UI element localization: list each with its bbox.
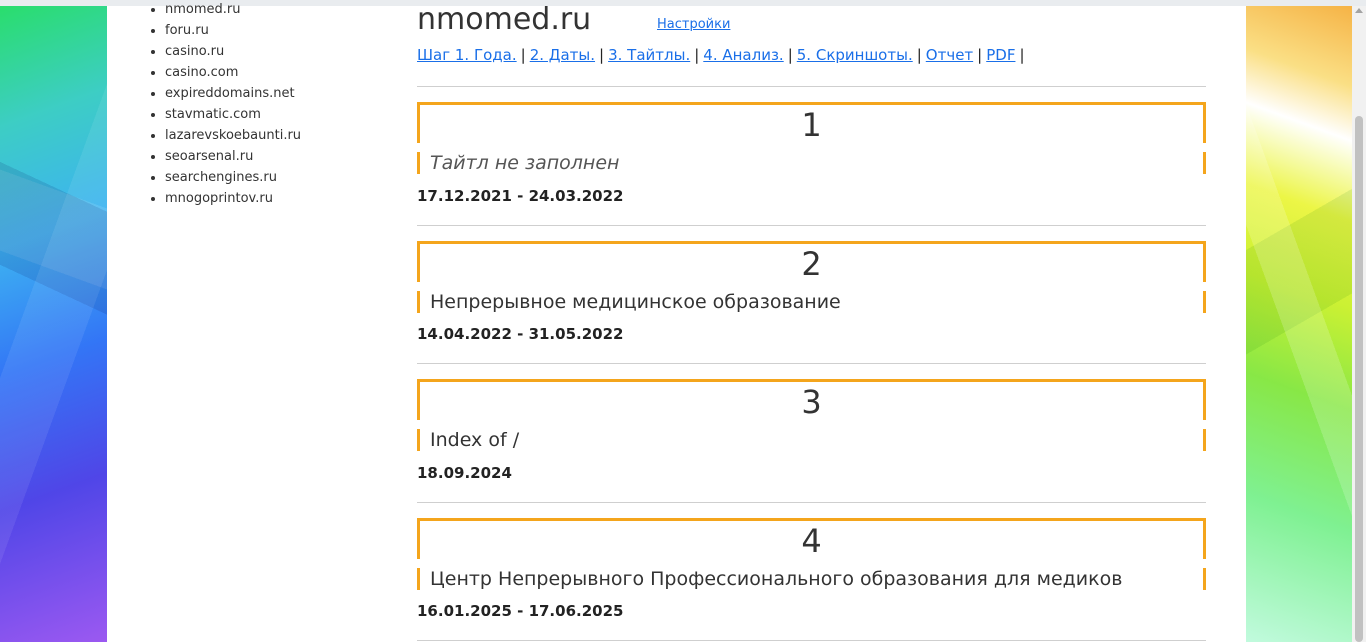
period-dates: 14.04.2022 - 31.05.2022 [417,325,624,343]
step-separator: | [520,46,526,64]
domain-list-item[interactable]: mnogoprintov.ru [165,188,400,209]
divider [417,502,1206,503]
card-frame [417,241,1206,244]
step-screenshots-link[interactable]: 5. Скриншоты. [797,46,913,64]
domain-list-item[interactable]: expireddomains.net [165,83,400,104]
divider [417,640,1206,641]
domain-list-item[interactable]: nmomed.ru [165,0,400,20]
period-dates: 17.12.2021 - 24.03.2022 [417,187,624,205]
card-frame [417,102,1206,105]
domain-list: nmomed.ru foru.ru casino.ru casino.com e… [140,0,400,209]
period-card: 1 Тайтл не заполнен [417,102,1206,177]
period-title: Непрерывное медицинское образование [430,291,841,313]
step-analysis-link[interactable]: 4. Анализ. [703,46,783,64]
card-frame [1203,291,1206,313]
settings-link[interactable]: Настройки [657,17,730,32]
divider [417,225,1206,226]
domain-list-item[interactable]: casino.ru [165,41,400,62]
period-number: 3 [801,383,822,421]
step-titles-link[interactable]: 3. Тайтлы. [608,46,690,64]
period-number: 2 [801,245,822,283]
period-dates: 18.09.2024 [417,464,512,482]
decorative-background-left [0,6,107,642]
domain-list-item[interactable]: searchengines.ru [165,167,400,188]
step-separator: | [787,46,793,64]
step-separator: | [977,46,983,64]
step-separator: | [694,46,700,64]
step-separator: | [599,46,605,64]
card-frame [1203,152,1206,174]
domain-list-item[interactable]: lazarevskoebaunti.ru [165,125,400,146]
page-title: nmomed.ru [417,2,592,37]
card-frame [417,291,420,313]
divider [417,86,1206,87]
domain-list-item[interactable]: casino.com [165,62,400,83]
period-number: 1 [801,106,822,144]
card-frame [417,568,420,590]
card-frame [1203,568,1206,590]
period-title: Index of / [430,429,520,451]
steps-nav: Шаг 1. Года. | 2. Даты. | 3. Тайтлы. | 4. Анал… [417,46,1029,64]
step-separator: | [916,46,922,64]
vertical-scrollbar[interactable] [1352,6,1366,642]
decorative-background-right [1246,6,1352,642]
card-frame [417,518,1206,521]
step-dates-link[interactable]: 2. Даты. [530,46,595,64]
domain-list-item[interactable]: stavmatic.com [165,104,400,125]
step-years-link[interactable]: Шаг 1. Года. [417,46,517,64]
domain-list-item[interactable]: foru.ru [165,20,400,41]
scrollbar-thumb[interactable] [1355,116,1363,642]
divider [417,363,1206,364]
scroll-up-arrow-icon[interactable] [1355,8,1363,13]
period-card: 3 Index of / [417,379,1206,454]
period-card: 4 Центр Непрерывного Профессионального о… [417,518,1206,593]
period-dates: 16.01.2025 - 17.06.2025 [417,602,624,620]
period-number: 4 [801,522,822,560]
period-title: Центр Непрерывного Профессионального обр… [430,568,1123,590]
card-frame [1203,429,1206,451]
period-card: 2 Непрерывное медицинское образование [417,241,1206,316]
report-link[interactable]: Отчет [926,46,973,64]
domain-sidebar: nmomed.ru foru.ru casino.ru casino.com e… [140,0,400,210]
card-frame [417,379,1206,382]
pdf-link[interactable]: PDF [986,46,1015,64]
card-frame [417,152,420,174]
step-separator: | [1019,46,1025,64]
domain-list-item[interactable]: seoarsenal.ru [165,146,400,167]
period-title: Тайтл не заполнен [430,152,620,174]
card-frame [417,429,420,451]
